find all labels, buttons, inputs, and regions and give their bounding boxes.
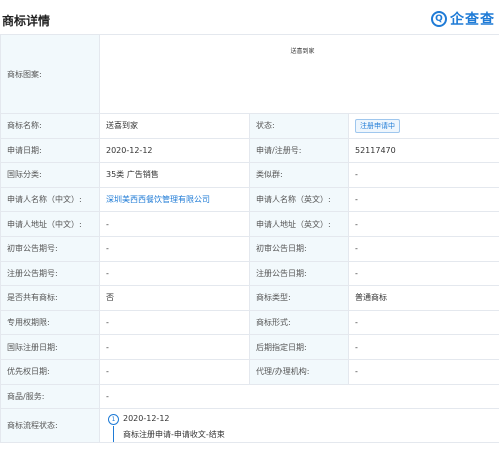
table-row: 优先权日期: - 代理/办理机构: -	[0, 358, 499, 385]
trademark-detail-table: 商标图案: 送喜到家 商标名称: 送喜到家 状态: 注册申请中 申请日期: 20…	[0, 34, 499, 444]
trademark-name-value: 送喜到家	[99, 113, 250, 139]
flow-status-cell: 1 2020-12-12 商标注册申请-申请收文-结束	[98, 408, 499, 444]
reg-issue-value: -	[99, 260, 250, 287]
table-row: 初审公告期号: - 初审公告日期: -	[0, 235, 499, 262]
shared-value: 否	[99, 285, 250, 311]
intl-reg-date-label: 国际注册日期:	[0, 334, 100, 360]
page-header: 商标详情 Q 企查查	[0, 0, 499, 34]
trademark-image-cell: 送喜到家	[98, 34, 499, 114]
brand-name: 企查查	[450, 12, 495, 28]
applicant-cn-link[interactable]: 深圳美西西餐饮管理有限公司	[106, 195, 210, 204]
priority-date-value: -	[99, 358, 250, 385]
type-label: 商标类型:	[249, 285, 349, 311]
form-label: 商标形式:	[249, 309, 349, 336]
address-en-value: -	[347, 211, 499, 237]
timeline-line	[113, 425, 114, 442]
trademark-name-label: 商标名称:	[0, 113, 100, 139]
apply-date-label: 申请日期:	[0, 137, 100, 164]
similar-group-value: -	[347, 162, 499, 188]
table-row: 申请人名称（中文）: 深圳美西西餐饮管理有限公司 申请人名称（英文）: -	[0, 186, 499, 213]
type-value: 普通商标	[347, 285, 499, 311]
flow-date: 2020-12-12	[123, 413, 170, 423]
trademark-image: 送喜到家	[290, 47, 315, 55]
table-row: 申请人地址（中文）: - 申请人地址（英文）: -	[0, 211, 499, 237]
table-row: 商品/服务: -	[0, 383, 499, 410]
services-value: -	[98, 383, 499, 410]
applicant-en-value: -	[347, 186, 499, 213]
reg-issue-label: 注册公告期号:	[0, 260, 100, 287]
flow-timeline: 1 2020-12-12 商标注册申请-申请收文-结束	[106, 410, 499, 442]
reg-date-label: 注册公告日期:	[249, 260, 349, 287]
prelim-issue-label: 初审公告期号:	[0, 235, 100, 262]
trademark-image-label: 商标图案:	[0, 34, 100, 114]
applicant-en-label: 申请人名称（英文）:	[249, 186, 349, 213]
flow-row: 商标流程状态: 1 2020-12-12 商标注册申请-申请收文-结束	[0, 408, 499, 444]
address-cn-value: -	[99, 211, 250, 237]
services-label: 商品/服务:	[0, 383, 100, 410]
reg-number-value: 52117470	[347, 137, 499, 164]
table-row: 是否共有商标: 否 商标类型: 普通商标	[0, 285, 499, 311]
applicant-cn-label: 申请人名称（中文）:	[0, 186, 100, 213]
exclusive-term-value: -	[99, 309, 250, 336]
reg-date-value: -	[347, 260, 499, 287]
applicant-cn-cell: 深圳美西西餐饮管理有限公司	[99, 186, 250, 213]
reg-number-label: 申请/注册号:	[249, 137, 349, 164]
table-row: 国际注册日期: - 后期指定日期: -	[0, 334, 499, 360]
table-row: 注册公告期号: - 注册公告日期: -	[0, 260, 499, 287]
status-cell: 注册申请中	[347, 113, 499, 139]
intl-reg-date-value: -	[99, 334, 250, 360]
table-row: 专用权期限: - 商标形式: -	[0, 309, 499, 336]
brand-logo-area[interactable]: Q 企查查	[431, 9, 495, 29]
page-title: 商标详情	[2, 14, 51, 28]
prelim-date-value: -	[347, 235, 499, 262]
later-designation-value: -	[347, 334, 499, 360]
step-number-icon: 1	[108, 413, 119, 425]
agency-label: 代理/办理机构:	[249, 358, 349, 385]
table-row: 商标名称: 送喜到家 状态: 注册申请中	[0, 113, 499, 139]
status-badge: 注册申请中	[355, 118, 400, 133]
prelim-issue-value: -	[99, 235, 250, 262]
later-designation-label: 后期指定日期:	[249, 334, 349, 360]
table-row: 申请日期: 2020-12-12 申请/注册号: 52117470	[0, 137, 499, 164]
similar-group-label: 类似群:	[249, 162, 349, 188]
apply-date-value: 2020-12-12	[99, 137, 250, 164]
address-cn-label: 申请人地址（中文）:	[0, 211, 100, 237]
prelim-date-label: 初审公告日期:	[249, 235, 349, 262]
priority-date-label: 优先权日期:	[0, 358, 100, 385]
logo-row: 商标图案: 送喜到家	[0, 34, 499, 114]
flow-status-label: 商标流程状态:	[0, 408, 100, 444]
intl-class-label: 国际分类:	[0, 162, 100, 188]
shared-label: 是否共有商标:	[0, 285, 100, 311]
address-en-label: 申请人地址（英文）:	[249, 211, 349, 237]
intl-class-value: 35类 广告销售	[99, 162, 250, 188]
table-row: 国际分类: 35类 广告销售 类似群: -	[0, 162, 499, 188]
flow-steps: 商标注册申请-申请收文-结束	[123, 429, 225, 439]
agency-value: -	[347, 358, 499, 385]
qichacha-logo-icon: Q	[431, 11, 447, 27]
form-value: -	[347, 309, 499, 336]
status-label: 状态:	[249, 113, 349, 139]
exclusive-term-label: 专用权期限:	[0, 309, 100, 336]
